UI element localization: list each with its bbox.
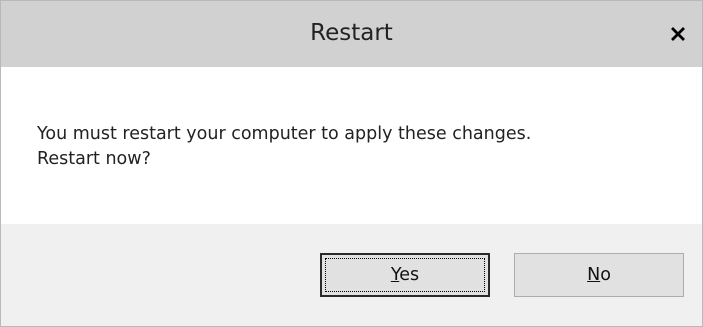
dialog-body: You must restart your computer to apply … [1,67,702,224]
dialog-title: Restart [310,20,393,46]
yes-button-label: Yes [391,265,419,285]
message-line-2: Restart now? [37,149,151,169]
yes-button[interactable]: Yes [320,253,490,297]
no-mnemonic: N [587,265,601,285]
restart-dialog: Restart You must restart your computer t… [0,0,703,327]
close-icon [670,26,686,42]
no-label-rest: o [600,265,611,285]
dialog-message: You must restart your computer to apply … [37,122,677,172]
message-line-1: You must restart your computer to apply … [37,124,532,144]
no-button[interactable]: No [514,253,684,297]
no-button-label: No [587,265,611,285]
button-bar: Yes No [1,224,702,326]
yes-mnemonic: Y [390,265,400,285]
title-bar[interactable]: Restart [1,1,702,67]
close-button[interactable] [654,1,702,67]
yes-label-rest: es [399,265,420,285]
